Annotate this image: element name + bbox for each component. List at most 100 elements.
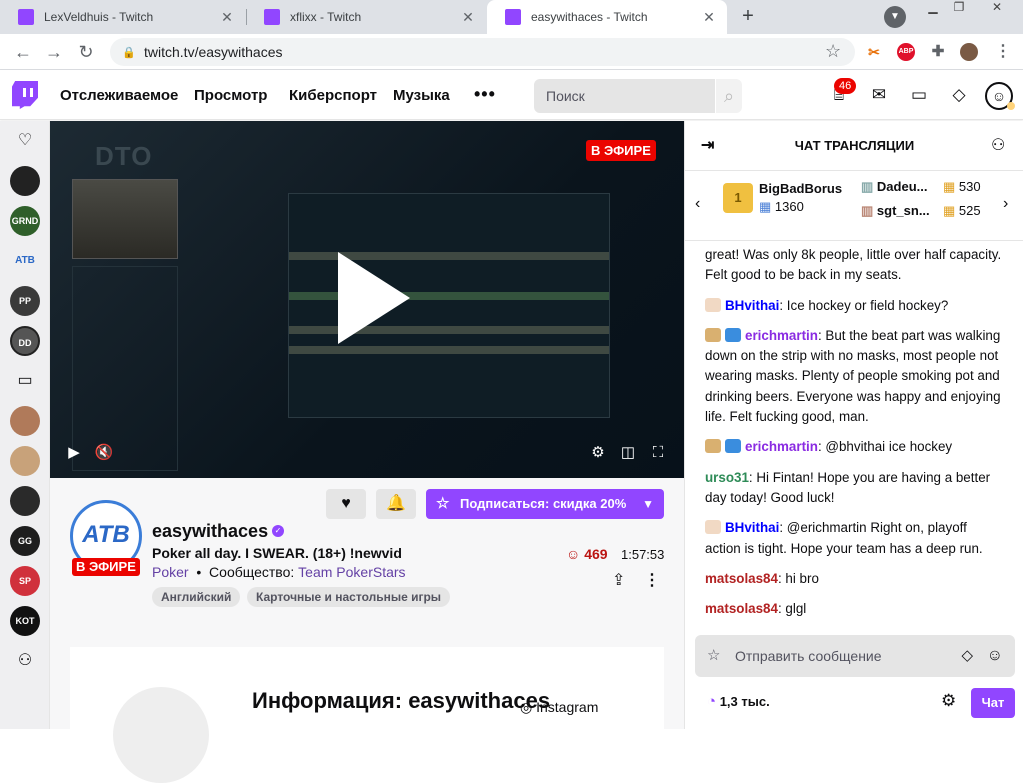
- close-tab-icon[interactable]: ✕: [219, 9, 235, 25]
- chat-username[interactable]: erichmartin: [745, 439, 818, 454]
- chevron-left-icon[interactable]: ‹: [695, 195, 700, 213]
- follow-heart-button[interactable]: ♥: [326, 489, 366, 519]
- bits-icon[interactable]: ◇: [948, 84, 970, 106]
- browser-tab[interactable]: LexVeldhuis - Twitch ✕: [0, 0, 245, 34]
- sidebar-channel-avatar[interactable]: KOT: [10, 606, 40, 636]
- browser-tab[interactable]: xflixx - Twitch ✕: [246, 0, 486, 34]
- chevron-right-icon[interactable]: ›: [1003, 195, 1008, 213]
- overlay-logo: DTO: [95, 141, 153, 171]
- bookmark-star-icon[interactable]: ☆: [825, 41, 841, 62]
- browser-menu-icon[interactable]: ⋮: [994, 43, 1012, 61]
- chat-message: matsolas84: glgl: [705, 601, 807, 617]
- settings-icon[interactable]: ⚙: [588, 443, 608, 463]
- fullscreen-icon[interactable]: ⛶: [648, 443, 668, 463]
- maximize-icon[interactable]: ❐: [947, 0, 971, 20]
- sidebar-channel-avatar[interactable]: GRND: [10, 206, 40, 236]
- more-menu-icon[interactable]: •••: [474, 84, 496, 105]
- star-icon[interactable]: ☆: [707, 635, 720, 677]
- tab-title: easywithaces - Twitch: [531, 10, 648, 24]
- twitch-header: Отслеживаемое Просмотр Киберспорт Музыка…: [0, 70, 1023, 120]
- sidebar-channel-avatar[interactable]: [10, 406, 40, 436]
- adblock-plus-icon[interactable]: ABP: [897, 43, 915, 61]
- game-link[interactable]: Poker: [152, 564, 189, 580]
- chat-username[interactable]: erichmartin: [745, 328, 818, 343]
- more-options-icon[interactable]: ⋮: [644, 570, 660, 590]
- chat-input[interactable]: ☆ Отправить сообщение ◇ ☺: [695, 635, 1015, 677]
- mute-icon[interactable]: 🔇: [94, 443, 114, 463]
- sidebar-channel-avatar[interactable]: SP: [10, 566, 40, 596]
- chat-username[interactable]: BHvithai: [725, 298, 779, 313]
- url-field[interactable]: 🔒 twitch.tv/easywithaces: [110, 38, 855, 66]
- chat-username[interactable]: matsolas84: [705, 601, 778, 616]
- close-tab-icon[interactable]: ✕: [701, 9, 717, 25]
- leaderboard-top-name[interactable]: BigBadBorus: [759, 181, 842, 196]
- heart-icon[interactable]: ♡: [14, 130, 36, 152]
- separator-dot: •: [192, 564, 206, 580]
- sidebar-channel-avatar[interactable]: DD: [10, 326, 40, 356]
- reload-icon[interactable]: ↻: [75, 41, 97, 63]
- close-tab-icon[interactable]: ✕: [460, 9, 476, 25]
- whispers-icon[interactable]: ▭: [908, 84, 930, 106]
- minimize-icon[interactable]: ▁: [921, 0, 945, 20]
- send-chat-button[interactable]: Чат: [971, 688, 1015, 718]
- leaderboard-name: Dadeu...: [876, 179, 928, 194]
- video-player[interactable]: DTO В ЭФИРЕ ▶ 🔇 ⚙ ◫ ⛶: [50, 121, 684, 478]
- channel-name[interactable]: easywithaces: [152, 521, 268, 542]
- bits-leaderboard: ‹ 1 BigBadBorus ▦ 1360 ▥ Dadeu... ▦ 530 …: [685, 171, 1023, 241]
- search-icon[interactable]: ⌕: [716, 79, 742, 113]
- play-icon[interactable]: ▶: [64, 443, 84, 463]
- emote-picker-icon[interactable]: ☺: [987, 635, 1003, 677]
- notifications-bell-button[interactable]: 🔔: [376, 489, 416, 519]
- subscribe-button[interactable]: ☆ Подписаться: скидка 20% ▼: [426, 489, 664, 519]
- share-icon[interactable]: ⇪: [612, 570, 625, 590]
- chat-username[interactable]: urso31: [705, 470, 749, 485]
- community-link[interactable]: Team PokerStars: [298, 564, 405, 580]
- theatre-mode-icon[interactable]: ◫: [618, 443, 638, 463]
- browser-tab-strip: LexVeldhuis - Twitch ✕ xflixx - Twitch ✕…: [0, 0, 1023, 34]
- forward-icon[interactable]: →: [43, 41, 65, 63]
- viewer-count-value: 469: [584, 546, 608, 562]
- overlay-panel: [72, 266, 178, 471]
- chat-message: matsolas84: hi bro: [705, 570, 819, 586]
- community-users-icon[interactable]: ⚇: [991, 135, 1005, 155]
- chat-username[interactable]: BHvithai: [725, 520, 779, 535]
- sidebar-channel-avatar[interactable]: GG: [10, 526, 40, 556]
- search-input[interactable]: Поиск: [534, 79, 715, 113]
- channel-points[interactable]: ◔ 1,3 тыс.: [707, 693, 770, 710]
- nav-browse[interactable]: Просмотр: [194, 87, 267, 104]
- extensions-puzzle-icon[interactable]: ✚: [929, 43, 947, 61]
- leaderboard-entry[interactable]: ▥ sgt_sn...: [861, 203, 930, 219]
- leaderboard-entry[interactable]: ▥ Dadeu...: [861, 179, 928, 195]
- browser-tab-active[interactable]: easywithaces - Twitch ✕: [487, 0, 727, 34]
- url-text: twitch.tv/easywithaces: [144, 44, 283, 60]
- scissors-extension-icon[interactable]: ✂: [865, 43, 883, 61]
- prime-crown-icon: [725, 439, 741, 454]
- nav-following[interactable]: Отслеживаемое: [60, 87, 178, 104]
- instagram-link[interactable]: ◎ Instagram: [520, 699, 598, 716]
- chat-username[interactable]: matsolas84: [705, 571, 778, 586]
- mail-icon[interactable]: ✉: [868, 84, 890, 106]
- sidebar-channel-avatar[interactable]: [10, 486, 40, 516]
- camera-icon[interactable]: ▭: [14, 370, 36, 392]
- sidebar-channel-avatar[interactable]: PP: [10, 286, 40, 316]
- profile-avatar[interactable]: [960, 43, 978, 61]
- chat-text: glgl: [785, 601, 807, 617]
- badge-icon: [705, 327, 721, 342]
- tab-search-icon[interactable]: ▼: [884, 6, 906, 28]
- bits-icon[interactable]: ◇: [961, 635, 973, 677]
- sidebar-channel-avatar[interactable]: [10, 446, 40, 476]
- tag-category[interactable]: Карточные и настольные игры: [247, 587, 451, 607]
- sidebar-channel-avatar[interactable]: [10, 166, 40, 196]
- sidebar-channel-avatar[interactable]: ATB: [10, 246, 40, 276]
- nav-esports[interactable]: Киберспорт: [289, 87, 377, 104]
- chat-settings-icon[interactable]: ⚙: [941, 691, 956, 711]
- recommended-users-icon[interactable]: ⚇: [14, 650, 36, 672]
- twitch-logo[interactable]: [12, 81, 38, 109]
- window-close-icon[interactable]: ✕: [985, 0, 1009, 20]
- user-menu-avatar[interactable]: ☺: [985, 82, 1015, 110]
- new-tab-button[interactable]: +: [736, 5, 760, 29]
- tag-language[interactable]: Английский: [152, 587, 241, 607]
- play-overlay-icon[interactable]: [338, 252, 410, 344]
- nav-music[interactable]: Музыка: [393, 87, 450, 104]
- back-icon[interactable]: ←: [12, 41, 34, 63]
